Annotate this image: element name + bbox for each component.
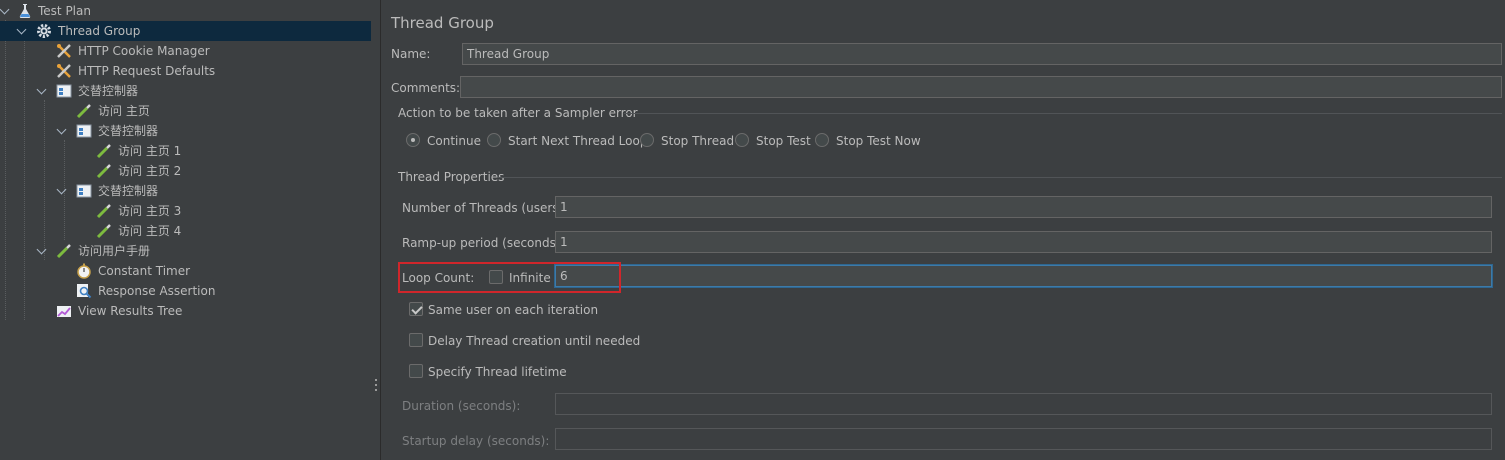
tree-item-label: 访问 主页 xyxy=(98,104,150,118)
comments-field[interactable] xyxy=(460,76,1502,98)
radio-start-next-thread-loop[interactable] xyxy=(487,133,501,147)
tree-item-label: 访问用户手册 xyxy=(78,244,151,258)
tree-item-response-assertion[interactable]: Response Assertion xyxy=(0,281,371,301)
tree-item-cookie-manager[interactable]: HTTP Cookie Manager xyxy=(0,41,371,61)
stopwatch-icon xyxy=(76,263,92,279)
radio-start-next-thread-loop-label: Start Next Thread Loop xyxy=(508,134,648,148)
tree-item-label: 访问 主页 3 xyxy=(118,204,182,218)
pipette-icon xyxy=(96,163,112,179)
tree-item-interleave-controller[interactable]: 交替控制器 xyxy=(0,181,371,201)
chevron-down-icon[interactable] xyxy=(57,126,67,136)
pipette-icon xyxy=(96,143,112,159)
radio-stop-thread-label: Stop Thread xyxy=(661,134,735,148)
rampup-field[interactable]: 1 xyxy=(555,231,1492,253)
chevron-down-icon[interactable] xyxy=(57,186,67,196)
duration-label: Duration (seconds): xyxy=(402,399,521,413)
threads-field[interactable]: 1 xyxy=(555,196,1492,218)
chevron-down-icon[interactable] xyxy=(37,86,47,96)
tree-item-sampler[interactable]: 访问 主页 xyxy=(0,101,371,121)
tree-item-label: Response Assertion xyxy=(98,284,216,298)
chevron-down-icon[interactable] xyxy=(17,26,27,36)
radio-stop-thread[interactable] xyxy=(640,133,654,147)
section-divider xyxy=(498,177,1502,178)
flask-icon xyxy=(17,3,33,19)
startup-delay-label: Startup delay (seconds): xyxy=(402,434,550,448)
radio-continue[interactable] xyxy=(406,133,420,147)
delay-thread-checkbox[interactable] xyxy=(409,333,423,347)
thread-lifetime-label: Specify Thread lifetime xyxy=(428,365,567,379)
tree-item-label: 交替控制器 xyxy=(78,84,139,98)
pipette-icon xyxy=(96,203,112,219)
page-title: Thread Group xyxy=(391,14,494,32)
radio-stop-test-now-label: Stop Test Now xyxy=(836,134,921,148)
chevron-down-icon[interactable] xyxy=(0,6,10,16)
pipette-icon xyxy=(56,243,72,259)
tree-item-thread-group[interactable]: Thread Group xyxy=(0,21,371,41)
tree-item-constant-timer[interactable]: Constant Timer xyxy=(0,261,371,281)
gear-icon xyxy=(36,23,52,39)
tree-item-interleave-controller[interactable]: 交替控制器 xyxy=(0,121,371,141)
tree-item-label: HTTP Cookie Manager xyxy=(78,44,210,58)
chevron-down-icon[interactable] xyxy=(37,246,47,256)
tools-icon xyxy=(56,43,72,59)
tree-item-label: 交替控制器 xyxy=(98,124,159,138)
same-user-label: Same user on each iteration xyxy=(428,303,599,317)
tree-item-label: 访问 主页 1 xyxy=(118,144,182,158)
threads-label: Number of Threads (users): xyxy=(402,201,568,215)
tree-item-view-results-tree[interactable]: View Results Tree xyxy=(0,301,371,321)
controller-icon xyxy=(76,123,92,139)
name-field[interactable]: Thread Group xyxy=(462,43,1502,65)
radio-stop-test-label: Stop Test xyxy=(756,134,811,148)
comments-label: Comments: xyxy=(391,81,461,95)
tree-item-sampler[interactable]: 访问 主页 4 xyxy=(0,221,371,241)
sampler-error-section-title: Action to be taken after a Sampler error xyxy=(398,106,638,120)
startup-delay-field[interactable] xyxy=(555,428,1492,450)
radio-continue-label: Continue xyxy=(427,134,481,148)
chart-icon xyxy=(56,303,72,319)
test-plan-tree[interactable]: Test Plan Thread Group HTTP Cookie Manag… xyxy=(0,0,371,460)
splitter-grip xyxy=(375,389,377,391)
tree-item-label: Test Plan xyxy=(38,4,91,18)
same-user-checkbox[interactable] xyxy=(409,302,423,316)
tree-item-label: View Results Tree xyxy=(78,304,183,318)
thread-properties-section-title: Thread Properties xyxy=(398,170,505,184)
pipette-icon xyxy=(76,103,92,119)
loop-count-field[interactable]: 6 xyxy=(555,265,1492,287)
tree-item-request-defaults[interactable]: HTTP Request Defaults xyxy=(0,61,371,81)
tree-item-label: Thread Group xyxy=(58,24,141,38)
splitter-grip xyxy=(375,379,377,381)
section-divider xyxy=(624,113,1502,114)
rampup-label: Ramp-up period (seconds): xyxy=(402,236,565,250)
tree-item-label: Constant Timer xyxy=(98,264,191,278)
radio-stop-test-now[interactable] xyxy=(815,133,829,147)
tree-item-sampler[interactable]: 访问 主页 1 xyxy=(0,141,371,161)
tree-item-test-plan[interactable]: Test Plan xyxy=(0,1,371,21)
name-label: Name: xyxy=(391,47,431,61)
tree-item-label: 访问 主页 4 xyxy=(118,224,182,238)
controller-icon xyxy=(76,183,92,199)
tools-icon xyxy=(56,63,72,79)
controller-icon xyxy=(56,83,72,99)
tree-item-interleave-controller[interactable]: 交替控制器 xyxy=(0,81,371,101)
tree-item-label: 交替控制器 xyxy=(98,184,159,198)
tree-item-sampler[interactable]: 访问用户手册 xyxy=(0,241,371,261)
thread-group-panel: Thread Group Name: Thread Group Comments… xyxy=(382,0,1505,460)
delay-thread-label: Delay Thread creation until needed xyxy=(428,334,641,348)
panel-splitter[interactable] xyxy=(371,0,381,460)
duration-field[interactable] xyxy=(555,393,1492,415)
tree-item-sampler[interactable]: 访问 主页 3 xyxy=(0,201,371,221)
splitter-grip xyxy=(375,384,377,386)
annotation-highlight-box xyxy=(398,262,621,293)
radio-stop-test[interactable] xyxy=(735,133,749,147)
tree-item-label: 访问 主页 2 xyxy=(118,164,182,178)
tree-item-label: HTTP Request Defaults xyxy=(78,64,216,78)
pipette-icon xyxy=(96,223,112,239)
magnifier-icon xyxy=(76,283,92,299)
tree-item-sampler[interactable]: 访问 主页 2 xyxy=(0,161,371,181)
thread-lifetime-checkbox[interactable] xyxy=(409,364,423,378)
